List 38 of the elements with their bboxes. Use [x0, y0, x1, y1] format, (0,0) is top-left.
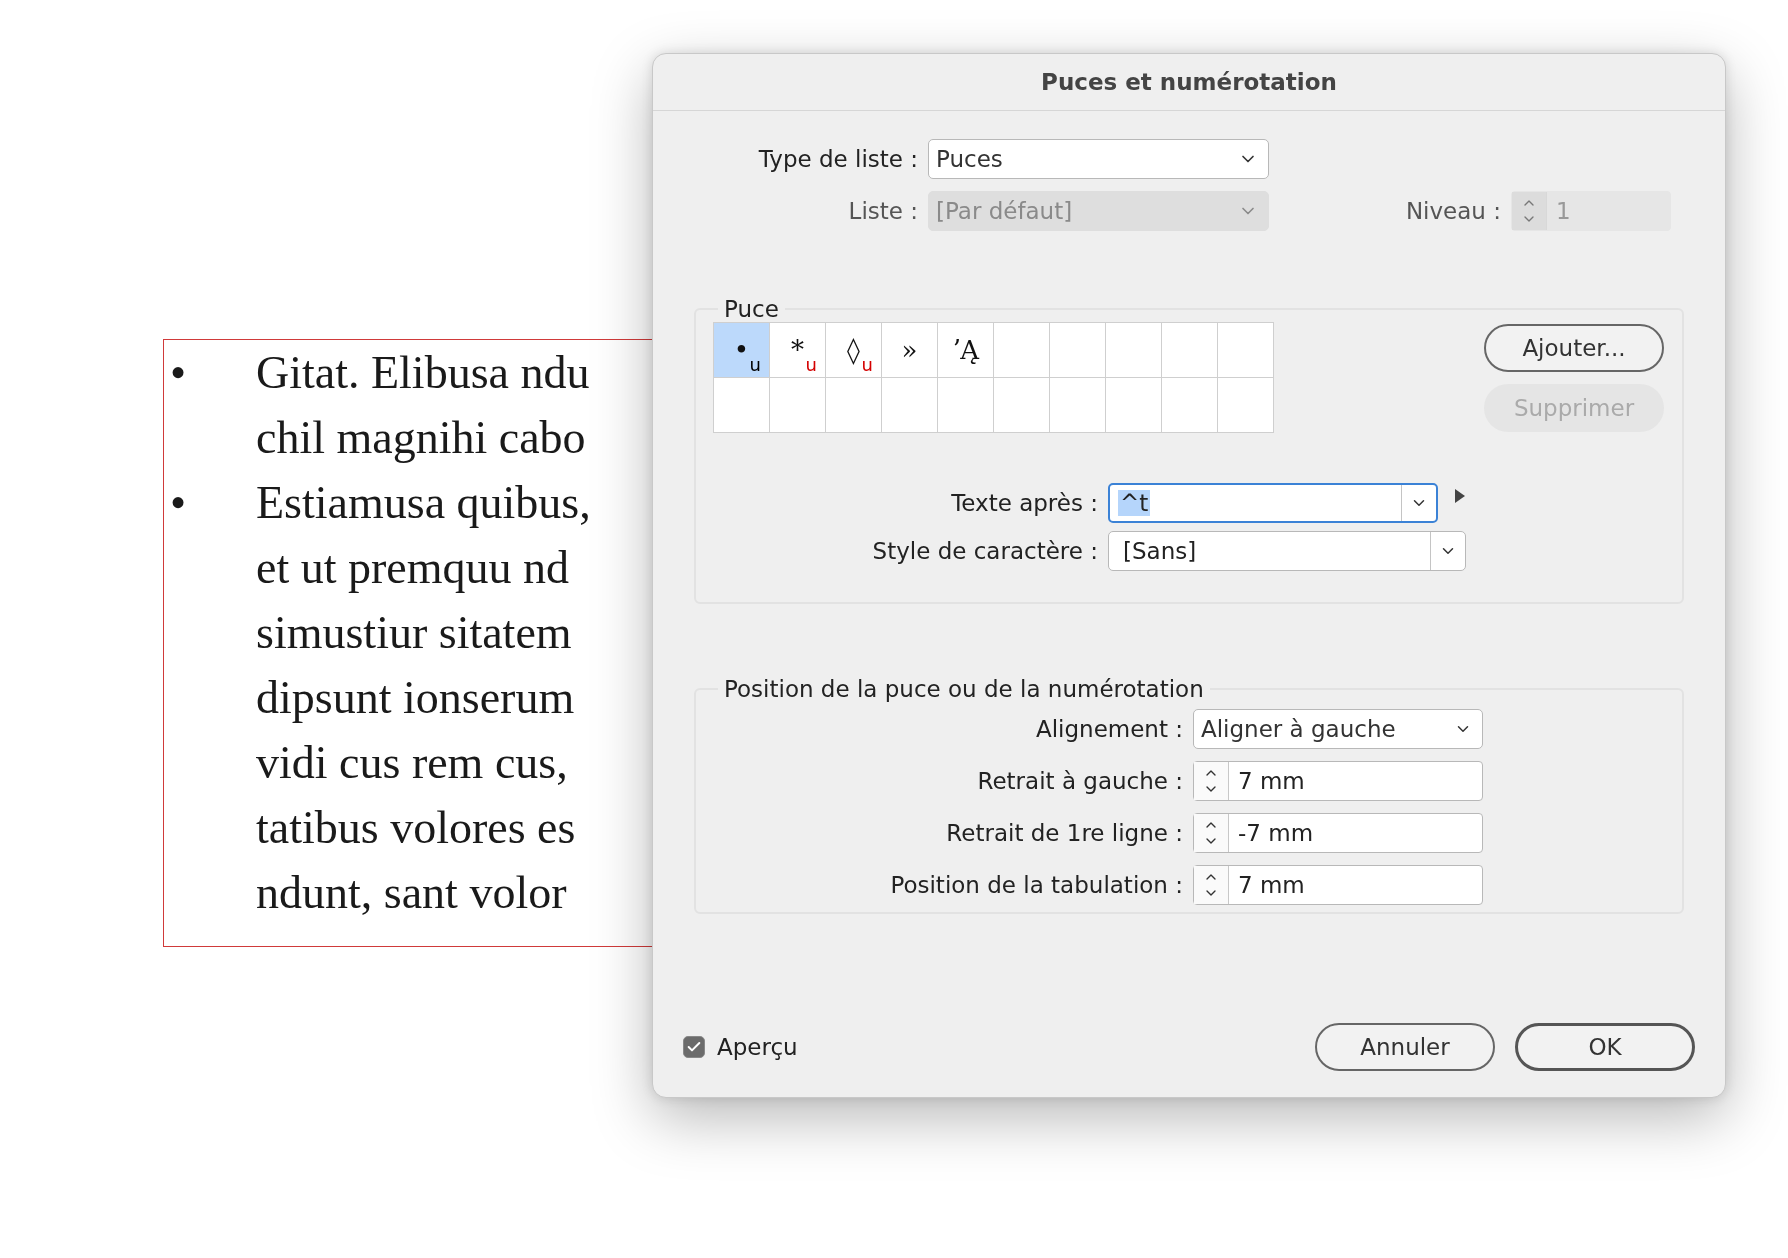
dialog-button[interactable]: Annuler [1315, 1023, 1495, 1071]
field-label: Liste : [847, 198, 919, 224]
bullet-mark: • [169, 476, 188, 530]
bullet-cell[interactable]: » [882, 323, 938, 378]
stepper-field[interactable]: -7 mm [1193, 813, 1483, 853]
dialog-button[interactable]: Ajouter... [1484, 323, 1664, 372]
text-line: ndunt, sant volor [256, 866, 567, 920]
field-label: Alignement : [1034, 716, 1184, 742]
field-label: Retrait de 1re ligne : [945, 820, 1184, 846]
stepper-field[interactable]: 7 mm [1193, 761, 1483, 801]
field-label: Type de liste : [757, 146, 919, 172]
text-after-combo[interactable]: ^t [1108, 483, 1438, 523]
text-line: Estiamusa quibus, [256, 476, 591, 530]
text-line: Gitat. Elibusa ndu [256, 346, 590, 400]
group-title: Puce [723, 296, 780, 322]
group-title: Position de la puce ou de la numérotation [723, 676, 1205, 702]
field-label: Style de caractère : [871, 538, 1099, 564]
bullet-cell[interactable]: ʼĄ [938, 323, 994, 378]
text-line: simustiur sitatem [256, 606, 572, 660]
field-label: Texte après : [950, 490, 1099, 516]
preview-checkbox[interactable] [683, 1036, 705, 1058]
triangle-right-icon[interactable] [1454, 488, 1466, 504]
checkbox-label: Aperçu [717, 1034, 798, 1060]
field-label: Position de la tabulation : [889, 872, 1184, 898]
dialog-button[interactable]: OK [1515, 1023, 1695, 1071]
text-line: et ut premquu nd [256, 541, 569, 595]
text-line: tatibus volores es [256, 801, 576, 855]
field-label: Retrait à gauche : [976, 768, 1184, 794]
char-style-combo[interactable]: [Sans] [1108, 531, 1466, 571]
bullet-mark: • [169, 346, 188, 400]
list-type-select[interactable]: Puces [928, 139, 1269, 179]
text-line: vidi cus rem cus, [256, 736, 568, 790]
field-label: Niveau : [1404, 198, 1502, 224]
text-line: chil magnihi cabo [256, 411, 586, 465]
text-line: dipsunt ionserum [256, 671, 575, 725]
dialog-title: Puces et numérotation [1041, 69, 1337, 95]
alignment-select[interactable]: Aligner à gauche [1193, 709, 1483, 749]
stepper-field[interactable]: 7 mm [1193, 865, 1483, 905]
